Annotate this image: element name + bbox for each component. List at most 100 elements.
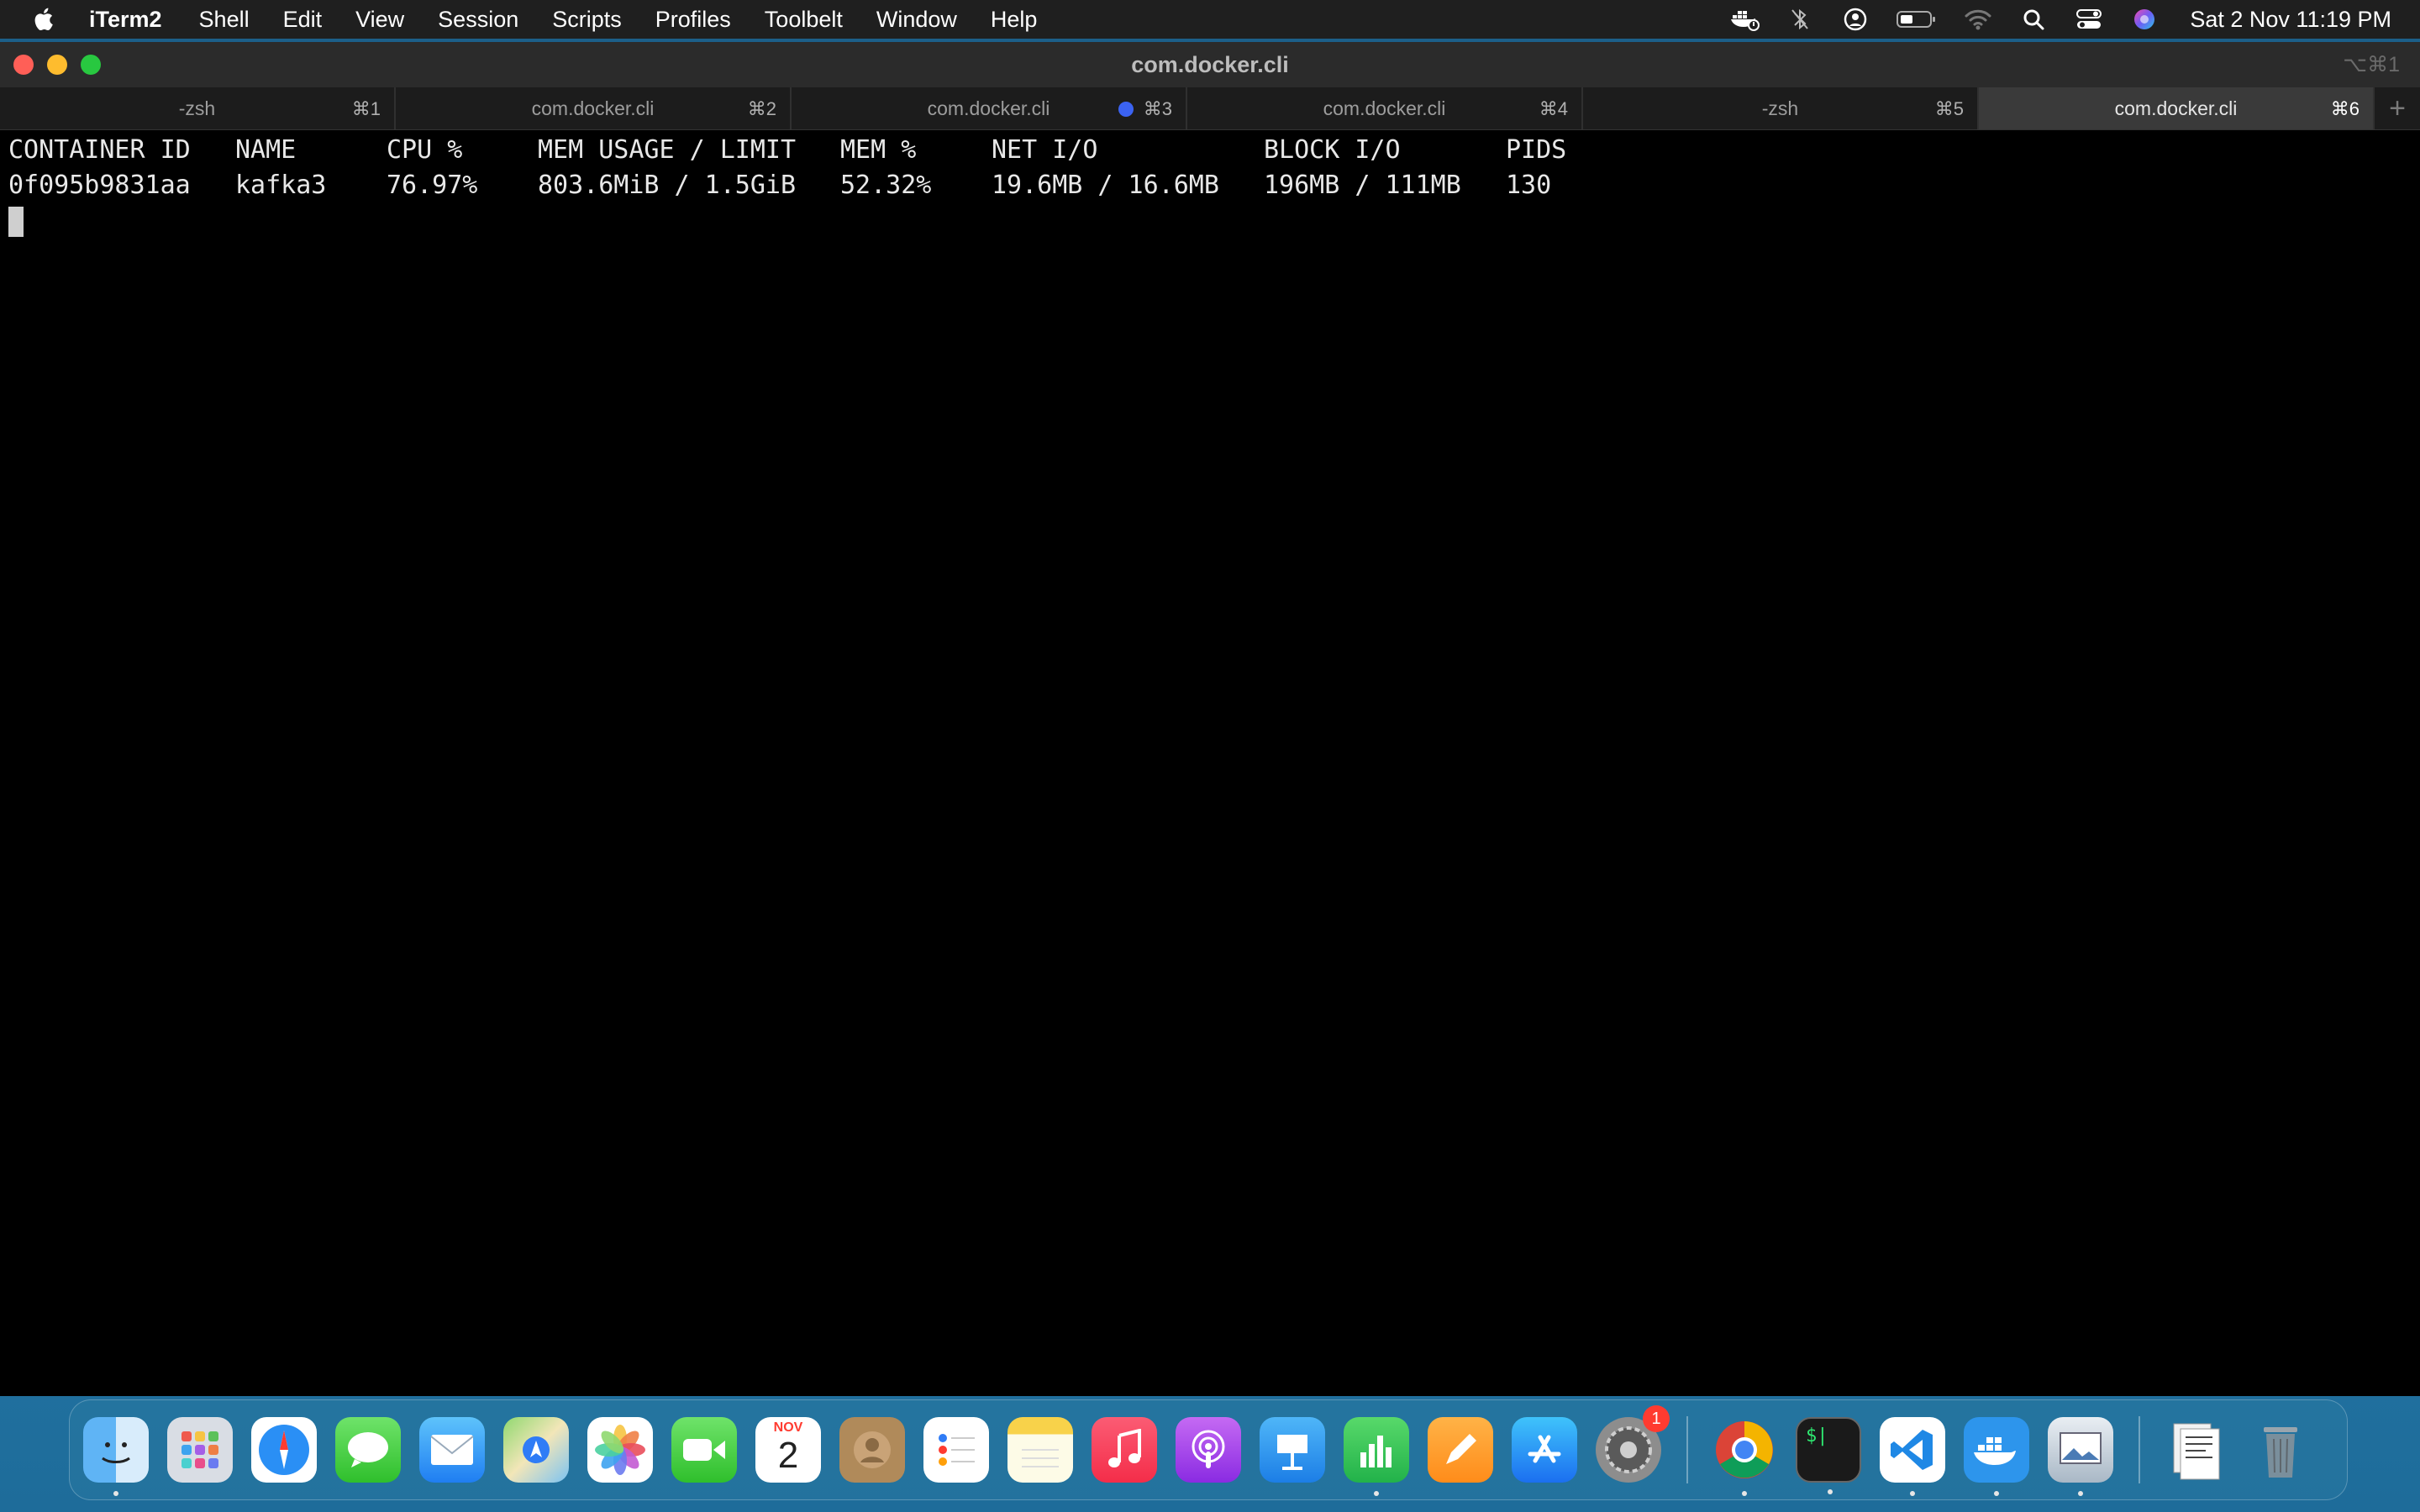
documents-stack-icon[interactable] [2164,1417,2229,1483]
running-indicator [1910,1491,1915,1496]
tab-shortcut: ⌘3 [1143,98,1172,119]
menu-shell[interactable]: Shell [199,7,250,33]
tab-6[interactable]: com.docker.cli ⌘6 [1979,87,2375,129]
tab-label: com.docker.cli [1323,97,1446,119]
notification-badge: 1 [1643,1405,1670,1432]
siri-icon[interactable] [2129,6,2160,33]
docker-stats-header: CONTAINER ID NAME CPU % MEM USAGE / LIMIT ME… [8,133,2412,168]
trash-icon[interactable] [2248,1417,2313,1483]
apple-menu-icon[interactable] [30,5,59,34]
terminal-cursor [8,206,24,237]
header-block-io: BLOCK I/O [1264,135,1401,165]
menu-view[interactable]: View [355,7,404,33]
header-name: NAME [235,135,297,165]
contacts-icon[interactable] [839,1417,905,1483]
notes-icon[interactable] [1007,1417,1073,1483]
running-indicator [1994,1491,1999,1496]
launchpad-icon[interactable] [167,1417,233,1483]
menu-clock[interactable]: Sat 2 Nov 11:19 PM [2190,7,2391,33]
tab-5[interactable]: -zsh ⌘5 [1583,87,1979,129]
running-indicator [1828,1489,1833,1494]
header-mem-pct: MEM % [840,135,917,165]
finder-icon[interactable] [83,1417,149,1496]
close-button[interactable] [13,55,34,75]
facetime-icon[interactable] [671,1417,737,1483]
tab-2[interactable]: com.docker.cli ⌘2 [396,87,792,129]
reminders-icon[interactable] [923,1417,989,1483]
tab-3[interactable]: com.docker.cli ⌘3 [792,87,1187,129]
tab-label: com.docker.cli [2114,97,2238,119]
dock: NOV 2 1 $| [69,1399,2348,1500]
header-pids: PIDS [1506,135,1567,165]
running-indicator [113,1491,118,1496]
window-controls [13,55,101,75]
window-title: com.docker.cli [1131,51,1289,77]
menu-toolbelt[interactable]: Toolbelt [765,7,843,33]
running-indicator [1742,1491,1747,1496]
zoom-button[interactable] [81,55,101,75]
system-settings-icon[interactable]: 1 [1596,1405,1670,1483]
menu-scripts[interactable]: Scripts [552,7,622,33]
chrome-icon[interactable] [1712,1417,1777,1496]
docker-status-icon[interactable] [1729,6,1760,33]
messages-icon[interactable] [335,1417,401,1483]
tab-4[interactable]: com.docker.cli ⌘4 [1187,87,1583,129]
menu-window[interactable]: Window [876,7,957,33]
activity-indicator-icon [1118,102,1134,117]
vscode-icon[interactable] [1880,1417,1945,1496]
dock-divider [1686,1416,1688,1483]
tab-label: com.docker.cli [927,97,1050,119]
docker-icon[interactable] [1964,1417,2029,1496]
cell-pids: 130 [1506,171,1552,200]
terminal-app-icon[interactable]: $| [1796,1417,1861,1494]
cell-mem-usage: 803.6MiB / 1.5GiB [538,171,797,200]
preview-icon[interactable] [2048,1417,2113,1496]
header-net-io: NET I/O [992,135,1098,165]
calendar-day: 2 [777,1435,799,1476]
cell-mem-pct: 52.32% [840,171,932,200]
menu-edit[interactable]: Edit [283,7,323,33]
tab-shortcut: ⌘6 [2330,98,2360,119]
calendar-icon[interactable]: NOV 2 [755,1417,821,1483]
title-bar[interactable]: com.docker.cli ⌥⌘1 [0,42,2420,87]
bluetooth-icon[interactable] [1785,6,1815,33]
user-icon[interactable] [1840,6,1870,33]
cell-name: kafka3 [235,171,327,200]
numbers-icon[interactable] [1344,1417,1409,1496]
tab-label: com.docker.cli [531,97,655,119]
minimize-button[interactable] [47,55,67,75]
tab-label: -zsh [178,97,216,119]
menu-session[interactable]: Session [438,7,518,33]
search-icon[interactable] [2018,6,2049,33]
tab-1[interactable]: -zsh ⌘1 [0,87,396,129]
tab-shortcut: ⌘1 [351,98,381,119]
iterm-window: com.docker.cli ⌥⌘1 -zsh ⌘1 com.docker.cl… [0,42,2420,1396]
header-mem-usage: MEM USAGE / LIMIT [538,135,797,165]
dock-divider [2139,1416,2140,1483]
pages-icon[interactable] [1428,1417,1493,1483]
menu-profiles[interactable]: Profiles [655,7,731,33]
app-store-icon[interactable] [1512,1417,1577,1483]
music-icon[interactable] [1092,1417,1157,1483]
status-area: Sat 2 Nov 11:19 PM [1729,0,2391,39]
new-tab-button[interactable]: + [2375,87,2420,129]
tab-label: -zsh [1761,97,1799,119]
terminal-output[interactable]: CONTAINER ID NAME CPU % MEM USAGE / LIMIT ME… [8,133,2412,239]
app-menu-iterm2[interactable]: iTerm2 [89,7,162,33]
keynote-icon[interactable] [1260,1417,1325,1483]
menu-bar: iTerm2 Shell Edit View Session Scripts P… [0,0,2420,39]
tab-shortcut: ⌘2 [747,98,776,119]
maps-icon[interactable] [503,1417,569,1483]
terminal-prompt-glyph: $| [1806,1425,1828,1446]
tab-shortcut: ⌘4 [1539,98,1568,119]
safari-icon[interactable] [251,1417,317,1483]
photos-icon[interactable] [587,1417,653,1483]
cell-net-io: 19.6MB / 16.6MB [992,171,1219,200]
battery-icon[interactable] [1896,6,1938,33]
wifi-icon[interactable] [1963,6,1993,33]
mail-icon[interactable] [419,1417,485,1483]
control-center-icon[interactable] [2074,6,2104,33]
podcasts-icon[interactable] [1176,1417,1241,1483]
window-shortcut: ⌥⌘1 [2343,53,2400,76]
menu-help[interactable]: Help [991,7,1038,33]
